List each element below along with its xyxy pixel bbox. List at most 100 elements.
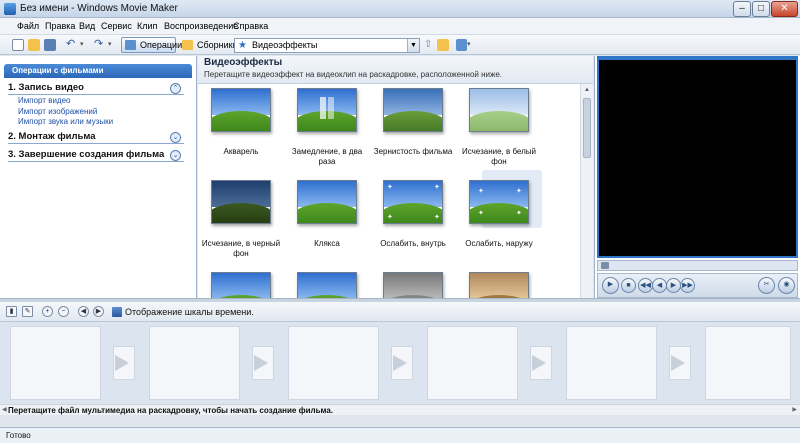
collection-select[interactable]: ★ Видеоэффекты ▼ bbox=[234, 38, 420, 53]
transition-slot[interactable] bbox=[102, 346, 144, 380]
effect-tile[interactable] bbox=[284, 272, 370, 298]
minimize-button[interactable]: – bbox=[733, 1, 751, 17]
effects-instructions: Перетащите видеоэффект на видеоклип на р… bbox=[204, 70, 502, 79]
effect-tile-film-grain[interactable]: Зернистость фильма bbox=[370, 88, 456, 160]
effect-label: Зернистость фильма bbox=[373, 147, 453, 156]
new-collection-icon[interactable] bbox=[437, 39, 449, 51]
up-level-icon[interactable]: ⇧ bbox=[424, 39, 436, 51]
transition-slot[interactable] bbox=[380, 346, 422, 380]
chevron-down-icon[interactable]: ⌄ bbox=[170, 150, 181, 161]
effect-label: Замедление, в два раза bbox=[291, 147, 363, 166]
seek-slider-thumb[interactable] bbox=[601, 262, 609, 269]
section-capture-video[interactable]: 1. Запись видео bbox=[8, 82, 84, 93]
show-timeline-toggle[interactable]: Отображение шкалы времени. bbox=[125, 307, 254, 317]
storyboard-slot[interactable] bbox=[566, 326, 657, 400]
scroll-left-icon[interactable]: ◀ bbox=[2, 406, 7, 413]
take-snapshot-icon[interactable]: ◉ bbox=[778, 277, 795, 294]
effect-tile-fade-to-white[interactable]: Исчезание, в белый фон bbox=[456, 88, 542, 166]
transition-arrow-icon bbox=[532, 355, 546, 371]
effect-tile[interactable] bbox=[370, 272, 456, 298]
set-audio-levels-icon[interactable]: ▮ bbox=[6, 306, 17, 317]
scroll-right-icon[interactable]: ▶ bbox=[792, 406, 797, 413]
section-finish-movie[interactable]: 3. Завершение создания фильма bbox=[8, 149, 164, 160]
effect-tile[interactable] bbox=[198, 272, 284, 298]
effect-thumbnail bbox=[469, 88, 529, 132]
collection-select-value: Видеоэффекты bbox=[252, 40, 318, 50]
scroll-thumb[interactable] bbox=[583, 98, 591, 158]
stop-icon[interactable]: ■ bbox=[621, 278, 636, 293]
menu-view[interactable]: Вид bbox=[79, 21, 95, 31]
menu-clip[interactable]: Клип bbox=[137, 21, 157, 31]
menu-tools[interactable]: Сервис bbox=[101, 21, 132, 31]
window-title: Без имени - Windows Movie Maker bbox=[20, 3, 178, 14]
save-project-icon[interactable] bbox=[44, 39, 56, 51]
preview-monitor: ▶ ■ ◀◀ ◀ ▶ ▶▶ ✂ ◉ bbox=[594, 56, 800, 298]
storyboard-slot[interactable] bbox=[288, 326, 379, 400]
effects-scrollbar[interactable]: ▲ bbox=[580, 84, 593, 298]
seek-bar[interactable] bbox=[597, 260, 798, 271]
section-edit-movie[interactable]: 2. Монтаж фильма bbox=[8, 131, 96, 142]
status-text: Готово bbox=[6, 431, 31, 440]
next-frame-icon[interactable]: ▶▶ bbox=[680, 278, 695, 293]
link-import-audio[interactable]: Импорт звука или музыки bbox=[18, 117, 113, 126]
link-import-images[interactable]: Импорт изображений bbox=[18, 107, 97, 116]
section-divider bbox=[8, 143, 184, 144]
menu-playback[interactable]: Воспроизведение bbox=[164, 21, 238, 31]
menu-edit[interactable]: Правка bbox=[45, 21, 75, 31]
effect-tile-watercolor[interactable]: Акварель bbox=[198, 88, 284, 160]
timeline-toggle-icon[interactable] bbox=[112, 307, 122, 317]
storyboard-slot[interactable] bbox=[10, 326, 101, 400]
effect-thumbnail bbox=[469, 272, 529, 298]
redo-dropdown-icon[interactable]: ▾ bbox=[108, 39, 120, 51]
video-effects-pane: Видеоэффекты Перетащите видеоэффект на в… bbox=[198, 56, 593, 298]
collections-label: Сборники bbox=[197, 40, 238, 50]
effect-tile-blot[interactable]: Клякса bbox=[284, 180, 370, 252]
storyboard-slot[interactable] bbox=[705, 326, 791, 400]
open-project-icon[interactable] bbox=[28, 39, 40, 51]
effect-thumbnail bbox=[383, 88, 443, 132]
forward-icon[interactable]: ▶ bbox=[666, 278, 681, 293]
undo-dropdown-icon[interactable]: ▾ bbox=[80, 39, 92, 51]
collections-button[interactable]: Сборники bbox=[178, 37, 238, 53]
redo-icon[interactable]: ↷ bbox=[94, 39, 106, 51]
chevron-down-icon[interactable]: ⌄ bbox=[170, 132, 181, 143]
movie-maker-app-icon bbox=[4, 3, 16, 15]
chevron-up-icon[interactable]: ⌃ bbox=[170, 83, 181, 94]
split-clip-icon[interactable]: ✂ bbox=[758, 277, 775, 294]
storyboard-slot[interactable] bbox=[427, 326, 518, 400]
menu-help[interactable]: Справка bbox=[233, 21, 268, 31]
effect-label: Ослабить, наружу bbox=[465, 239, 533, 248]
previous-frame-icon[interactable]: ◀◀ bbox=[638, 278, 653, 293]
effects-title: Видеоэффекты bbox=[204, 57, 283, 68]
operations-label: Операции bbox=[140, 40, 183, 50]
zoom-in-icon[interactable]: + bbox=[42, 306, 53, 317]
close-button[interactable]: ✕ bbox=[771, 1, 798, 17]
rewind-storyboard-icon[interactable]: ◀ bbox=[78, 306, 89, 317]
new-project-icon[interactable] bbox=[12, 39, 24, 51]
operations-button[interactable]: Операции bbox=[121, 37, 182, 53]
zoom-out-icon[interactable]: − bbox=[58, 306, 69, 317]
effects-star-icon: ★ bbox=[238, 40, 247, 51]
rewind-icon[interactable]: ◀ bbox=[652, 278, 667, 293]
play-storyboard-icon[interactable]: ▶ bbox=[93, 306, 104, 317]
effect-tile-ease-out[interactable]: ✦ ✦ ✦ ✦ Ослабить, наружу bbox=[456, 170, 542, 252]
effect-tile-slow-down[interactable]: Замедление, в два раза bbox=[284, 88, 370, 166]
link-import-video[interactable]: Импорт видео bbox=[18, 96, 70, 105]
undo-icon[interactable]: ↶ bbox=[66, 39, 78, 51]
transition-slot[interactable] bbox=[241, 346, 283, 380]
effect-tile-fade-to-black[interactable]: Исчезание, в черный фон bbox=[198, 180, 284, 258]
views-dropdown-icon[interactable]: ▾ bbox=[467, 39, 479, 51]
chevron-down-icon[interactable]: ▼ bbox=[407, 39, 419, 52]
transition-slot[interactable] bbox=[658, 346, 700, 380]
menu-file[interactable]: Файл bbox=[17, 21, 39, 31]
play-icon[interactable]: ▶ bbox=[602, 277, 619, 294]
effect-tile[interactable] bbox=[456, 272, 542, 298]
narrate-timeline-icon[interactable]: ✎ bbox=[22, 306, 33, 317]
transition-slot[interactable] bbox=[519, 346, 561, 380]
effects-header: Видеоэффекты Перетащите видеоэффект на в… bbox=[198, 56, 593, 84]
effect-tile-ease-in[interactable]: ✦ ✦ ✦ ✦ Ослабить, внутрь bbox=[370, 180, 456, 252]
storyboard-slot[interactable] bbox=[149, 326, 240, 400]
scroll-up-icon[interactable]: ▲ bbox=[584, 87, 590, 93]
maximize-button[interactable]: □ bbox=[752, 1, 770, 17]
views-icon[interactable] bbox=[456, 39, 467, 51]
